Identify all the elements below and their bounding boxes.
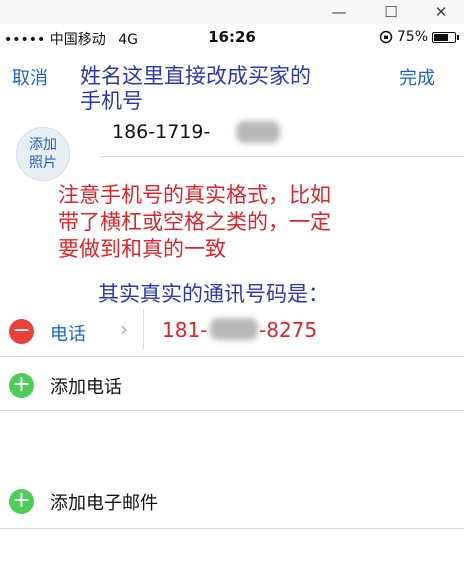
annotation-red-line2: 带了横杠或空格之类的，一定 (58, 210, 331, 234)
annotation-mid: 其实真实的通讯号码是： (98, 282, 329, 306)
annotation-red: 注意手机号的真实格式，比如 带了横杠或空格之类的，一定 要做到和真的一致 (58, 182, 428, 263)
chevron-right-icon: › (120, 317, 128, 341)
status-bar: ••••• 中国移动 4G 16:26 75% (0, 24, 464, 52)
divider (0, 528, 464, 529)
annotation-red-line3: 要做到和真的一致 (58, 237, 226, 261)
battery-percent: 75% (396, 29, 428, 45)
annotation-top-line1: 姓名这里直接改成买家的 (80, 64, 311, 88)
battery-fill (434, 33, 448, 41)
redaction-blur (236, 121, 280, 143)
maximize-button[interactable]: ☐ (378, 0, 404, 24)
done-button[interactable]: 完成 (399, 64, 435, 90)
divider (100, 156, 464, 157)
add-photo-label-line2: 照片 (29, 155, 57, 171)
add-photo-label-line1: 添加 (29, 137, 57, 153)
minimize-button[interactable]: — (326, 0, 352, 24)
add-phone-label[interactable]: 添加电话 (50, 373, 122, 399)
add-email-label[interactable]: 添加电子邮件 (50, 489, 158, 515)
add-phone-icon[interactable]: + (9, 373, 34, 398)
divider (143, 309, 144, 349)
add-email-icon[interactable]: + (9, 489, 34, 514)
phone-number-start[interactable]: 181- (162, 318, 207, 342)
remove-phone-icon[interactable]: − (9, 319, 34, 344)
divider (0, 356, 464, 357)
name-field-value[interactable]: 186-1719- (112, 121, 210, 143)
status-right: 75% (379, 29, 459, 45)
redaction-blur (210, 318, 258, 340)
window-title-bar: — ☐ ✕ (0, 0, 464, 24)
annotation-top-line2: 手机号 (80, 89, 143, 113)
battery-icon (432, 31, 459, 43)
divider (0, 410, 464, 411)
phone-type-label[interactable]: 电话 (50, 320, 86, 346)
cancel-button[interactable]: 取消 (12, 64, 48, 90)
orientation-lock-icon (379, 30, 393, 44)
add-photo-button[interactable]: 添加 照片 (16, 127, 70, 181)
annotation-top: 姓名这里直接改成买家的 手机号 (80, 64, 311, 114)
phone-number-end[interactable]: -8275 (259, 318, 317, 342)
annotation-red-line1: 注意手机号的真实格式，比如 (58, 183, 331, 207)
close-button[interactable]: ✕ (428, 0, 454, 24)
